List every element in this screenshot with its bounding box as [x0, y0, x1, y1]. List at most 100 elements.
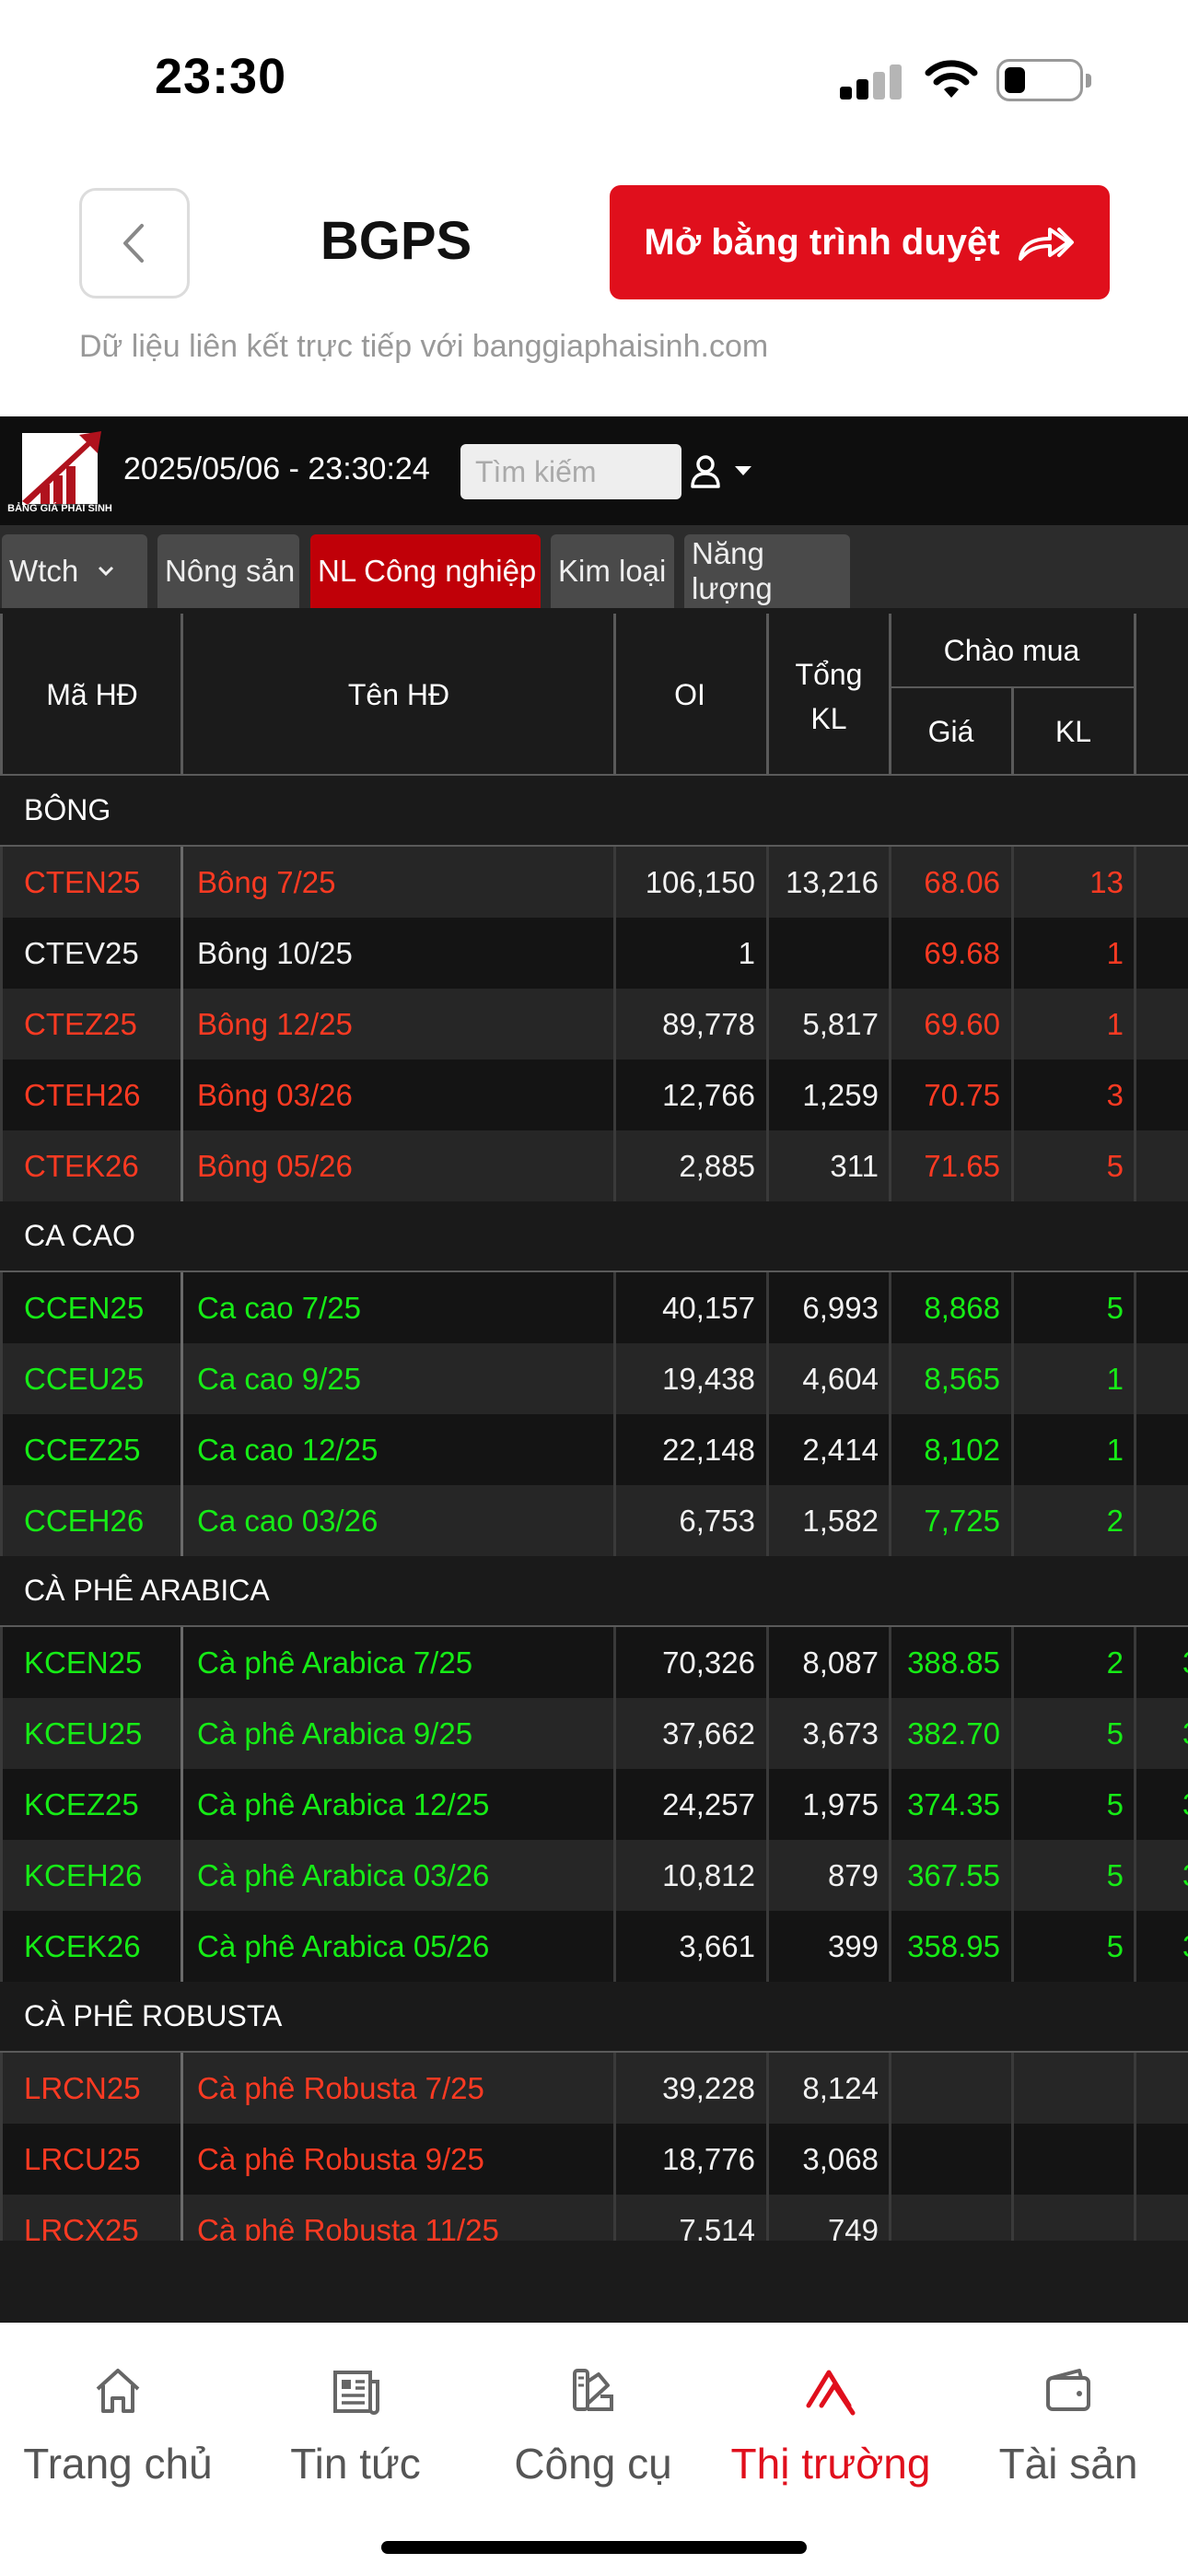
- grid-line: [613, 1627, 616, 1698]
- nav-item-tools[interactable]: Công cụ: [478, 2363, 708, 2488]
- search-input[interactable]: [460, 444, 681, 499]
- table-row[interactable]: CTEV25 Bông 10/25 1 69.68 1: [0, 918, 1188, 989]
- cell-total-volume: 5,817: [802, 1006, 879, 1041]
- table-row[interactable]: LRCX25 Cà phê Robusta 11/25 7,514 749: [0, 2195, 1188, 2241]
- grid-line: [766, 1485, 769, 1556]
- tab-label: NL Công nghiệp: [318, 554, 537, 588]
- tab-watchlist[interactable]: Wtch: [2, 534, 147, 608]
- cell-code: KCEK26: [24, 1928, 141, 1963]
- grid-line: [613, 989, 616, 1060]
- cell-total-volume: 1,259: [802, 1077, 879, 1112]
- cell-bid-volume: 2: [1106, 1503, 1124, 1538]
- tab-label: Kim loại: [558, 554, 667, 588]
- cell-overflow: [1182, 1343, 1188, 1414]
- back-button[interactable]: [79, 188, 190, 299]
- cell-total-volume: 4,604: [802, 1361, 879, 1396]
- grid-line: [1011, 1769, 1014, 1840]
- cell-total-volume: 399: [827, 1928, 879, 1963]
- cell-overflow: [1182, 2195, 1188, 2241]
- grid-line: [613, 1272, 616, 1343]
- cell-code: CCEZ25: [24, 1432, 141, 1467]
- section-header: BÔNG: [0, 776, 1188, 847]
- tab-agriculture[interactable]: Nông sản: [157, 534, 299, 608]
- table-row[interactable]: KCEK26 Cà phê Arabica 05/26 3,661 399 358.95…: [0, 1911, 1188, 1982]
- bottom-nav: Trang chủ Tin tức Công cụ Thị trường Tài…: [0, 2323, 1188, 2576]
- table-row[interactable]: KCEN25 Cà phê Arabica 7/25 70,326 8,087 388.…: [0, 1627, 1188, 1698]
- table-row[interactable]: KCEH26 Cà phê Arabica 03/26 10,812 879 367.5…: [0, 1840, 1188, 1911]
- grid-line: [181, 847, 183, 918]
- cell-total-volume: 6,993: [802, 1290, 879, 1325]
- cell-bid-price: [891, 2124, 1000, 2195]
- board-footer: [0, 2241, 1188, 2323]
- table-row[interactable]: KCEZ25 Cà phê Arabica 12/25 24,257 1,975 374…: [0, 1769, 1188, 1840]
- grid-line: [1011, 687, 1014, 775]
- user-icon[interactable]: [689, 453, 722, 490]
- cell-oi: 37,662: [662, 1715, 755, 1751]
- cell-bid-price: [891, 2053, 1000, 2124]
- cell-bid-price: 70.75: [924, 1077, 1000, 1112]
- grid-line: [181, 1698, 183, 1769]
- table-row[interactable]: CTEZ25 Bông 12/25 89,778 5,817 69.60 1: [0, 989, 1188, 1060]
- cell-name: Bông 12/25: [197, 1006, 353, 1041]
- table-row[interactable]: CTEN25 Bông 7/25 106,150 13,216 68.06 13: [0, 847, 1188, 918]
- nav-item-assets[interactable]: Tài sản: [953, 2363, 1183, 2488]
- table-row[interactable]: CCEH26 Ca cao 03/26 6,753 1,582 7,725 2: [0, 1485, 1188, 1556]
- grid-line: [613, 2195, 616, 2241]
- cell-name: Ca cao 9/25: [197, 1361, 361, 1396]
- grid-line: [889, 614, 891, 775]
- grid-line: [613, 614, 616, 775]
- table-row[interactable]: LRCN25 Cà phê Robusta 7/25 39,228 8,124: [0, 2053, 1188, 2124]
- table-row[interactable]: CTEK26 Bông 05/26 2,885 311 71.65 5: [0, 1130, 1188, 1201]
- market-icon: [806, 2370, 856, 2416]
- tab-metals[interactable]: Kim loại: [551, 534, 674, 608]
- open-in-browser-label: Mở bằng trình duyệt: [644, 221, 1000, 263]
- logo-text: BẢNG GIÁ PHÁI SINH: [7, 503, 112, 514]
- cell-overflow: [1182, 1485, 1188, 1556]
- table-row[interactable]: CTEH26 Bông 03/26 12,766 1,259 70.75 3: [0, 1060, 1188, 1130]
- tab-energy[interactable]: Năng lượng: [684, 534, 850, 608]
- table-row[interactable]: CCEN25 Ca cao 7/25 40,157 6,993 8,868 5: [0, 1272, 1188, 1343]
- cell-oi: 10,812: [662, 1857, 755, 1892]
- grid-line: [1011, 847, 1014, 918]
- grid-line: [181, 1485, 183, 1556]
- open-in-browser-button[interactable]: Mở bằng trình duyệt: [610, 185, 1110, 299]
- cellular-signal-icon: [840, 63, 904, 100]
- table-row[interactable]: LRCU25 Cà phê Robusta 9/25 18,776 3,068: [0, 2124, 1188, 2195]
- cell-total-volume: 13,216: [786, 864, 879, 899]
- cell-bid-price: 69.60: [924, 1006, 1000, 1041]
- caret-down-icon[interactable]: [733, 464, 753, 477]
- nav-item-market[interactable]: Thị trường: [716, 2363, 946, 2488]
- home-icon: [96, 2369, 140, 2413]
- home-indicator[interactable]: [381, 2541, 807, 2554]
- cell-overflow: [1182, 2124, 1188, 2195]
- nav-item-news[interactable]: Tin tức: [240, 2363, 471, 2488]
- grid-line: [1011, 1414, 1014, 1485]
- table-row[interactable]: CCEU25 Ca cao 9/25 19,438 4,604 8,565 1: [0, 1343, 1188, 1414]
- tab-industrial-materials[interactable]: NL Công nghiệp: [310, 534, 541, 608]
- cell-name: Bông 10/25: [197, 935, 353, 970]
- cell-bid-price: 68.06: [924, 864, 1000, 899]
- table-row[interactable]: CCEZ25 Ca cao 12/25 22,148 2,414 8,102 1: [0, 1414, 1188, 1485]
- cell-code: KCEU25: [24, 1715, 143, 1751]
- cell-oi: 6,753: [679, 1503, 755, 1538]
- table-row[interactable]: KCEU25 Cà phê Arabica 9/25 37,662 3,673 382.…: [0, 1698, 1188, 1769]
- nav-item-home[interactable]: Trang chủ: [3, 2363, 233, 2488]
- cell-total-volume: 311: [830, 1148, 879, 1183]
- cell-bid-volume: [1015, 2053, 1124, 2124]
- cell-bid-price: [891, 2195, 1000, 2241]
- column-header-code: Mã HĐ: [46, 677, 138, 711]
- cell-overflow: [1182, 989, 1188, 1060]
- grid-line: [1134, 1414, 1136, 1485]
- grid-line: [0, 1769, 3, 1840]
- grid-line: [1011, 1060, 1014, 1130]
- cell-oi: 106,150: [645, 864, 755, 899]
- news-icon: [333, 2371, 379, 2415]
- cell-total-volume: 1,582: [802, 1503, 879, 1538]
- cell-bid-volume: [1015, 2124, 1124, 2195]
- cell-overflow: [1182, 1130, 1188, 1201]
- grid-line: [1011, 1485, 1014, 1556]
- grid-line: [0, 1272, 3, 1343]
- grid-line: [181, 2053, 183, 2124]
- cell-bid-volume: 5: [1106, 1290, 1124, 1325]
- section-header: CA CAO: [0, 1201, 1188, 1272]
